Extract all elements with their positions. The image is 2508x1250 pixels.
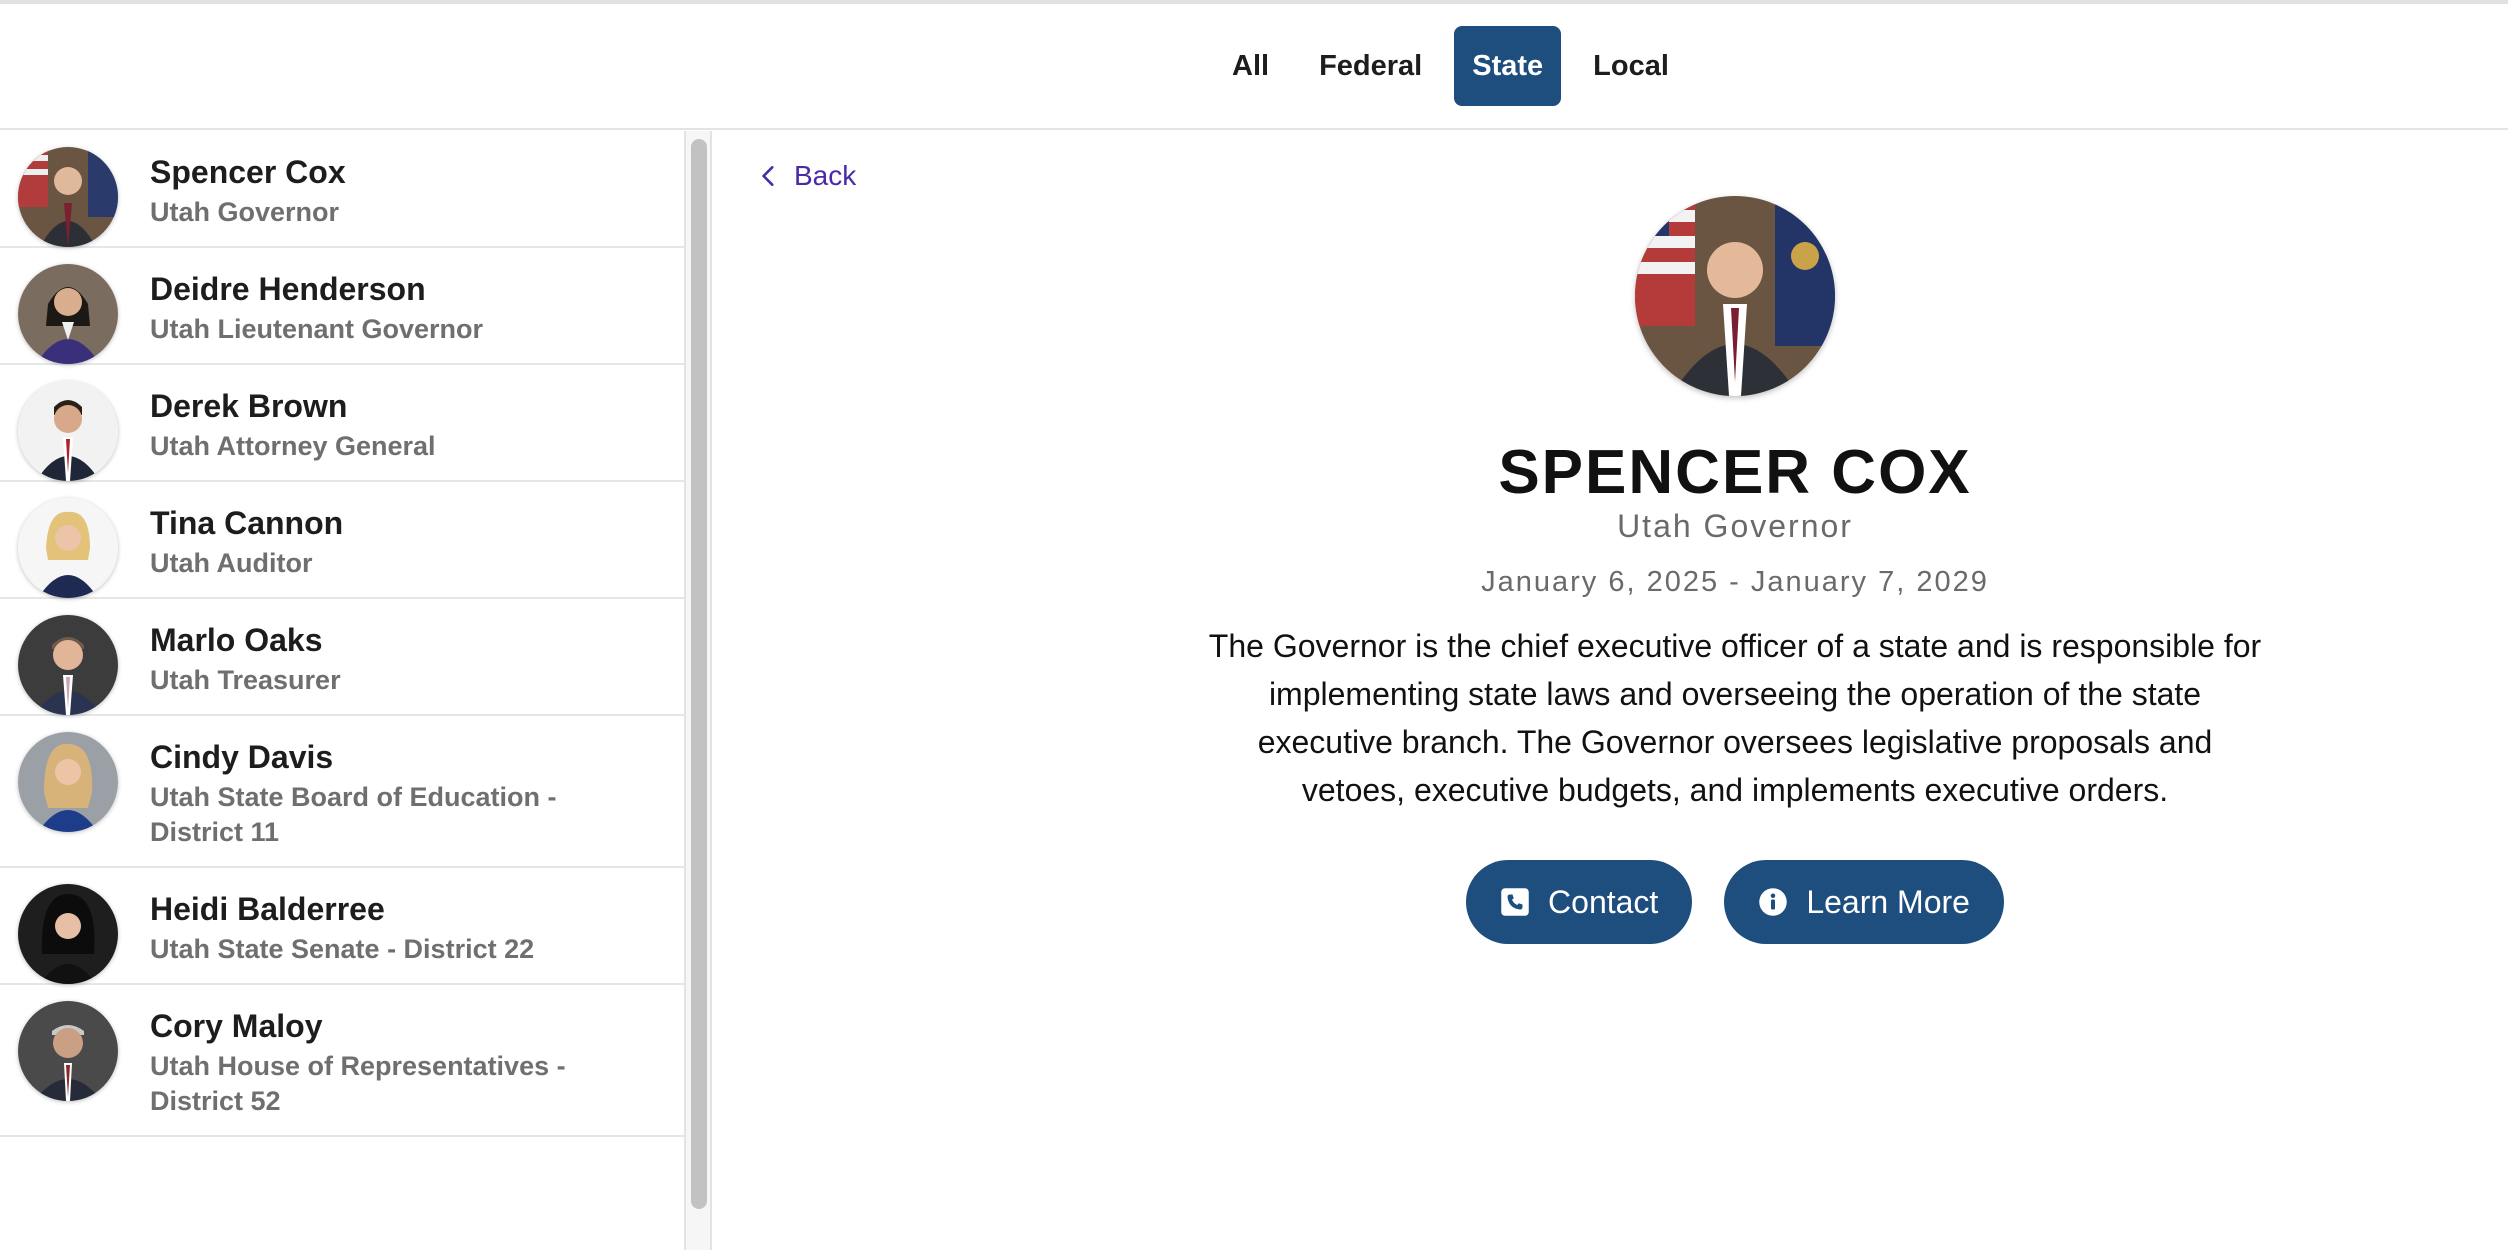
chevron-left-icon [762, 166, 774, 186]
official-list-item[interactable]: Derek Brown Utah Attorney General [0, 365, 684, 482]
official-name: Cory Maloy [150, 1008, 323, 1044]
learn-more-label: Learn More [1806, 883, 1970, 920]
official-role: Utah State Senate - District 22 [150, 934, 535, 964]
avatar [18, 732, 118, 832]
official-name: Tina Cannon [150, 505, 344, 541]
official-list-item[interactable]: Marlo Oaks Utah Treasurer [0, 599, 684, 716]
official-role: Utah State Board of Education - District… [150, 782, 557, 847]
official-list-item[interactable]: Heidi Balderree Utah State Senate - Dist… [0, 868, 684, 985]
official-list-item[interactable]: Deidre Henderson Utah Lieutenant Governo… [0, 248, 684, 365]
official-name: Marlo Oaks [150, 622, 323, 658]
avatar [18, 264, 118, 364]
tab-federal[interactable]: Federal [1301, 26, 1440, 106]
official-name: Cindy Davis [150, 739, 334, 775]
tab-local[interactable]: Local [1575, 26, 1687, 106]
detail-role: Utah Governor [1617, 508, 1853, 544]
detail-name: SPENCER COX [1498, 438, 1972, 507]
sidebar-scrollbar[interactable] [686, 131, 712, 1250]
back-label: Back [794, 160, 857, 191]
avatar [18, 615, 118, 715]
official-name: Spencer Cox [150, 154, 346, 190]
official-list-item[interactable]: Spencer Cox Utah Governor [0, 131, 684, 248]
contact-label: Contact [1548, 883, 1659, 920]
avatar [18, 1001, 118, 1101]
detail-avatar [1635, 196, 1835, 396]
official-name: Heidi Balderree [150, 891, 385, 927]
official-list-item[interactable]: Cindy Davis Utah State Board of Educatio… [0, 716, 684, 868]
detail-actions: Contact Learn More [1200, 860, 2270, 944]
avatar [18, 498, 118, 598]
official-role: Utah Governor [150, 197, 340, 227]
official-name: Deidre Henderson [150, 271, 426, 307]
back-link[interactable]: Back [756, 160, 856, 192]
tab-state[interactable]: State [1454, 26, 1562, 106]
official-role: Utah Attorney General [150, 431, 436, 461]
official-detail: SPENCER COX Utah Governor January 6, 202… [1200, 190, 2270, 944]
scrollbar-thumb[interactable] [691, 139, 707, 1209]
avatar [18, 381, 118, 481]
avatar [18, 884, 118, 984]
level-tabs: All Federal State Local [1214, 26, 1701, 106]
official-list-item[interactable]: Tina Cannon Utah Auditor [0, 482, 684, 599]
official-list: Spencer Cox Utah Governor Deidre Henders… [0, 131, 686, 1250]
info-circle-icon [1759, 888, 1788, 916]
official-role: Utah Treasurer [150, 665, 341, 695]
official-role: Utah Lieutenant Governor [150, 314, 484, 344]
learn-more-button[interactable]: Learn More [1724, 860, 2004, 944]
official-list-item[interactable]: Cory Maloy Utah House of Representatives… [0, 985, 684, 1137]
official-role: Utah House of Representatives - District… [150, 1051, 566, 1116]
phone-square-icon [1501, 888, 1529, 916]
avatar [18, 147, 118, 247]
tab-all[interactable]: All [1214, 26, 1287, 106]
official-name: Derek Brown [150, 388, 348, 424]
detail-description: The Governor is the chief executive offi… [1208, 628, 2262, 808]
level-filter-bar: All Federal State Local [0, 4, 2508, 130]
official-role: Utah Auditor [150, 548, 313, 578]
detail-term: January 6, 2025 - January 7, 2029 [1481, 566, 1989, 598]
contact-button[interactable]: Contact [1466, 860, 1693, 944]
